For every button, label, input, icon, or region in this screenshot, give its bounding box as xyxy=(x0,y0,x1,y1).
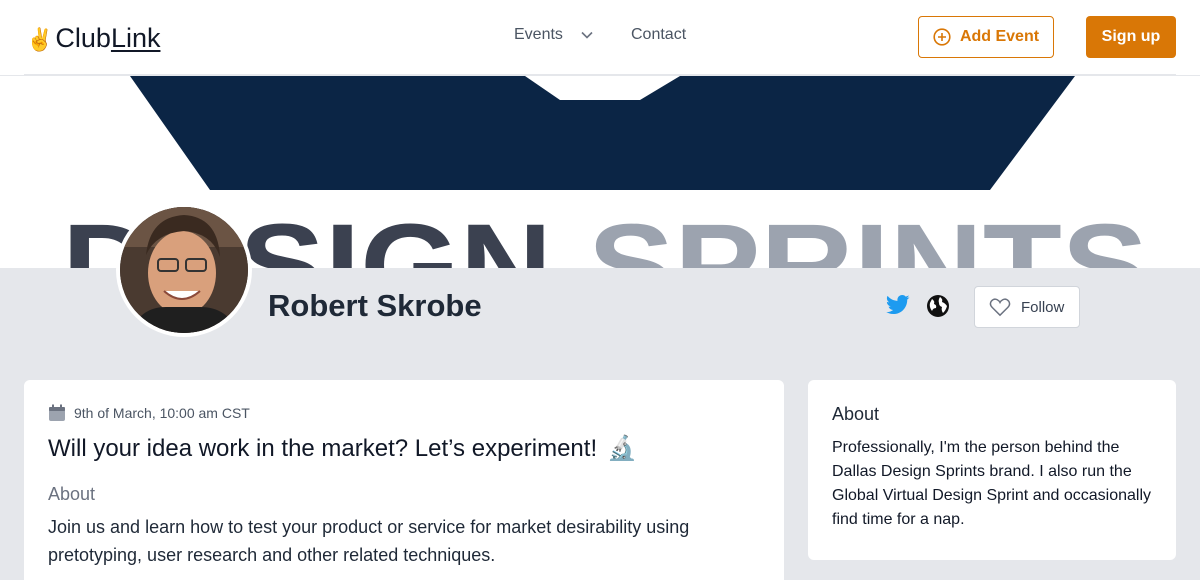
about-card: About Professionally, I'm the person beh… xyxy=(808,380,1176,560)
event-date-text: 9th of March, 10:00 am CST xyxy=(74,405,250,421)
about-heading: About xyxy=(832,404,880,424)
follow-label: Follow xyxy=(1021,298,1065,316)
event-about-heading: About xyxy=(48,484,96,504)
event-title-text: Will your idea work in the market? Let’s… xyxy=(48,434,598,462)
top-navbar: ✌ Club Link Events Contact Add Event Sig… xyxy=(0,0,1200,75)
profile-name: Robert Skrobe xyxy=(268,288,482,323)
signup-button[interactable]: Sign up xyxy=(1086,16,1176,58)
event-date: 9th of March, 10:00 am CST xyxy=(48,404,250,422)
plus-circle-icon xyxy=(933,28,951,46)
logo-text-link: Link xyxy=(110,23,161,53)
event-title[interactable]: Will your idea work in the market? Let’s… xyxy=(48,434,637,463)
heart-icon xyxy=(989,298,1011,317)
peace-hand-icon: ✌ xyxy=(26,27,54,52)
twitter-icon[interactable] xyxy=(886,294,910,316)
globe-icon[interactable] xyxy=(926,294,950,318)
add-event-label: Add Event xyxy=(959,28,1040,45)
event-card[interactable]: 9th of March, 10:00 am CST Will your ide… xyxy=(24,380,784,580)
chevron-down-icon xyxy=(581,31,593,39)
add-event-button[interactable]: Add Event xyxy=(918,16,1054,58)
follow-button[interactable]: Follow xyxy=(974,286,1080,328)
nav-events-dropdown[interactable]: Events xyxy=(514,26,593,44)
banner-text-sprints: SPRINTS xyxy=(588,200,1148,268)
clublink-logo[interactable]: ✌ Club Link xyxy=(26,22,160,54)
nav-contact-link[interactable]: Contact xyxy=(631,26,686,44)
about-text: Professionally, I'm the person behind th… xyxy=(832,439,1151,528)
nav-events-label: Events xyxy=(514,26,563,43)
microscope-icon: 🔬 xyxy=(607,435,638,462)
event-description: Join us and learn how to test your produ… xyxy=(48,517,690,565)
calendar-icon xyxy=(49,404,65,421)
header-divider xyxy=(24,74,1176,75)
avatar xyxy=(116,203,252,337)
logo-text-club: Club xyxy=(55,23,111,53)
